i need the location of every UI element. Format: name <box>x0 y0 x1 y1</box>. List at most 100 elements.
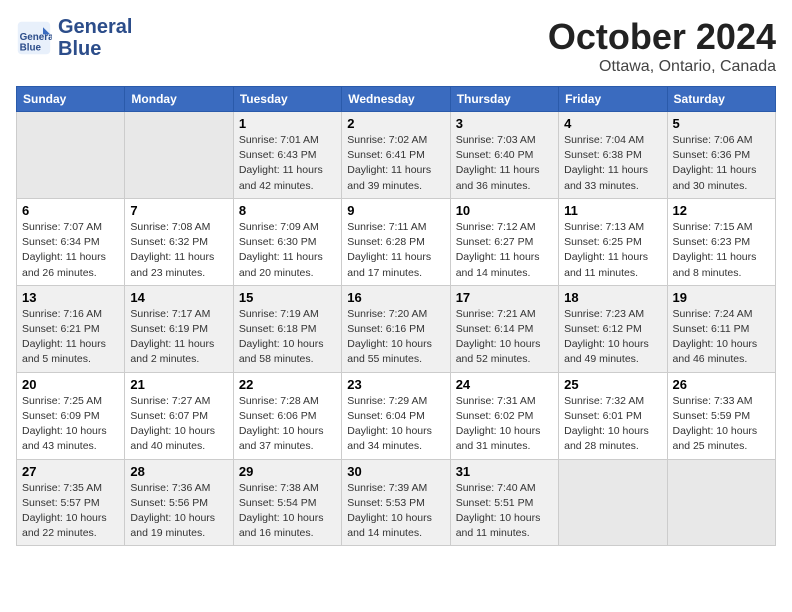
day-info: Sunrise: 7:36 AMSunset: 5:56 PMDaylight:… <box>130 481 227 542</box>
day-number: 22 <box>239 377 336 392</box>
day-info: Sunrise: 7:20 AMSunset: 6:16 PMDaylight:… <box>347 307 444 368</box>
calendar-cell: 1 Sunrise: 7:01 AMSunset: 6:43 PMDaylight… <box>233 112 341 199</box>
calendar-cell: 21 Sunrise: 7:27 AMSunset: 6:07 PMDayligh… <box>125 372 233 459</box>
weekday-header-friday: Friday <box>559 87 667 112</box>
day-info: Sunrise: 7:23 AMSunset: 6:12 PMDaylight:… <box>564 307 661 368</box>
calendar-cell <box>125 112 233 199</box>
calendar-cell: 27 Sunrise: 7:35 AMSunset: 5:57 PMDayligh… <box>17 459 125 546</box>
day-info: Sunrise: 7:06 AMSunset: 6:36 PMDaylight:… <box>673 133 770 194</box>
day-info: Sunrise: 7:35 AMSunset: 5:57 PMDaylight:… <box>22 481 119 542</box>
calendar-cell: 10Sunrise: 7:12 AMSunset: 6:27 PMDayligh… <box>450 198 558 285</box>
day-number: 27 <box>22 464 119 479</box>
day-number: 18 <box>564 290 661 305</box>
day-number: 10 <box>456 203 553 218</box>
calendar-cell: 3 Sunrise: 7:03 AMSunset: 6:40 PMDaylight… <box>450 112 558 199</box>
day-info: Sunrise: 7:16 AMSunset: 6:21 PMDaylight:… <box>22 307 119 368</box>
calendar-cell: 9Sunrise: 7:11 AMSunset: 6:28 PMDaylight… <box>342 198 450 285</box>
week-row-3: 13 Sunrise: 7:16 AMSunset: 6:21 PMDayligh… <box>17 285 776 372</box>
day-info: Sunrise: 7:19 AMSunset: 6:18 PMDaylight:… <box>239 307 336 368</box>
calendar-cell: 12 Sunrise: 7:15 AMSunset: 6:23 PMDayligh… <box>667 198 775 285</box>
location-title: Ottawa, Ontario, Canada <box>548 58 776 76</box>
calendar-cell: 7 Sunrise: 7:08 AMSunset: 6:32 PMDaylight… <box>125 198 233 285</box>
title-area: October 2024 Ottawa, Ontario, Canada <box>548 16 776 76</box>
calendar-cell <box>667 459 775 546</box>
day-info: Sunrise: 7:03 AMSunset: 6:40 PMDaylight:… <box>456 133 553 194</box>
day-number: 7 <box>130 203 227 218</box>
calendar-cell: 4Sunrise: 7:04 AMSunset: 6:38 PMDaylight… <box>559 112 667 199</box>
calendar-cell: 8 Sunrise: 7:09 AMSunset: 6:30 PMDaylight… <box>233 198 341 285</box>
day-number: 15 <box>239 290 336 305</box>
weekday-header-tuesday: Tuesday <box>233 87 341 112</box>
day-number: 1 <box>239 116 336 131</box>
day-info: Sunrise: 7:24 AMSunset: 6:11 PMDaylight:… <box>673 307 770 368</box>
week-row-5: 27 Sunrise: 7:35 AMSunset: 5:57 PMDayligh… <box>17 459 776 546</box>
calendar-cell: 18 Sunrise: 7:23 AMSunset: 6:12 PMDayligh… <box>559 285 667 372</box>
day-info: Sunrise: 7:38 AMSunset: 5:54 PMDaylight:… <box>239 481 336 542</box>
day-number: 9 <box>347 203 444 218</box>
day-number: 6 <box>22 203 119 218</box>
weekday-header-monday: Monday <box>125 87 233 112</box>
day-number: 20 <box>22 377 119 392</box>
calendar-cell: 29 Sunrise: 7:38 AMSunset: 5:54 PMDayligh… <box>233 459 341 546</box>
calendar-cell: 30Sunrise: 7:39 AMSunset: 5:53 PMDayligh… <box>342 459 450 546</box>
day-info: Sunrise: 7:32 AMSunset: 6:01 PMDaylight:… <box>564 394 661 455</box>
day-number: 13 <box>22 290 119 305</box>
day-info: Sunrise: 7:04 AMSunset: 6:38 PMDaylight:… <box>564 133 661 194</box>
day-info: Sunrise: 7:17 AMSunset: 6:19 PMDaylight:… <box>130 307 227 368</box>
weekday-header-wednesday: Wednesday <box>342 87 450 112</box>
day-info: Sunrise: 7:31 AMSunset: 6:02 PMDaylight:… <box>456 394 553 455</box>
calendar-cell: 25 Sunrise: 7:32 AMSunset: 6:01 PMDayligh… <box>559 372 667 459</box>
day-number: 28 <box>130 464 227 479</box>
calendar-cell: 6 Sunrise: 7:07 AMSunset: 6:34 PMDaylight… <box>17 198 125 285</box>
day-info: Sunrise: 7:01 AMSunset: 6:43 PMDaylight:… <box>239 133 336 194</box>
weekday-header-saturday: Saturday <box>667 87 775 112</box>
day-number: 19 <box>673 290 770 305</box>
day-number: 23 <box>347 377 444 392</box>
day-info: Sunrise: 7:13 AMSunset: 6:25 PMDaylight:… <box>564 220 661 281</box>
calendar-cell: 17Sunrise: 7:21 AMSunset: 6:14 PMDayligh… <box>450 285 558 372</box>
day-info: Sunrise: 7:09 AMSunset: 6:30 PMDaylight:… <box>239 220 336 281</box>
day-info: Sunrise: 7:40 AMSunset: 5:51 PMDaylight:… <box>456 481 553 542</box>
day-number: 8 <box>239 203 336 218</box>
day-number: 11 <box>564 203 661 218</box>
calendar-cell: 24 Sunrise: 7:31 AMSunset: 6:02 PMDayligh… <box>450 372 558 459</box>
day-number: 14 <box>130 290 227 305</box>
day-info: Sunrise: 7:33 AMSunset: 5:59 PMDaylight:… <box>673 394 770 455</box>
header: General Blue General Blue October 2024 O… <box>16 16 776 76</box>
svg-text:Blue: Blue <box>20 43 42 54</box>
day-number: 5 <box>673 116 770 131</box>
calendar-cell: 20Sunrise: 7:25 AMSunset: 6:09 PMDayligh… <box>17 372 125 459</box>
day-number: 12 <box>673 203 770 218</box>
calendar-cell: 2Sunrise: 7:02 AMSunset: 6:41 PMDaylight… <box>342 112 450 199</box>
week-row-1: 1 Sunrise: 7:01 AMSunset: 6:43 PMDaylight… <box>17 112 776 199</box>
day-number: 24 <box>456 377 553 392</box>
weekday-header-sunday: Sunday <box>17 87 125 112</box>
day-number: 16 <box>347 290 444 305</box>
day-info: Sunrise: 7:15 AMSunset: 6:23 PMDaylight:… <box>673 220 770 281</box>
day-info: Sunrise: 7:08 AMSunset: 6:32 PMDaylight:… <box>130 220 227 281</box>
day-info: Sunrise: 7:29 AMSunset: 6:04 PMDaylight:… <box>347 394 444 455</box>
weekday-header-thursday: Thursday <box>450 87 558 112</box>
day-number: 26 <box>673 377 770 392</box>
day-number: 25 <box>564 377 661 392</box>
calendar-cell: 28 Sunrise: 7:36 AMSunset: 5:56 PMDayligh… <box>125 459 233 546</box>
calendar-cell: 14 Sunrise: 7:17 AMSunset: 6:19 PMDayligh… <box>125 285 233 372</box>
day-info: Sunrise: 7:27 AMSunset: 6:07 PMDaylight:… <box>130 394 227 455</box>
calendar-cell: 19 Sunrise: 7:24 AMSunset: 6:11 PMDayligh… <box>667 285 775 372</box>
day-info: Sunrise: 7:28 AMSunset: 6:06 PMDaylight:… <box>239 394 336 455</box>
day-number: 29 <box>239 464 336 479</box>
day-number: 3 <box>456 116 553 131</box>
calendar-cell: 5 Sunrise: 7:06 AMSunset: 6:36 PMDaylight… <box>667 112 775 199</box>
day-number: 21 <box>130 377 227 392</box>
calendar-cell: 22 Sunrise: 7:28 AMSunset: 6:06 PMDayligh… <box>233 372 341 459</box>
calendar-cell: 23 Sunrise: 7:29 AMSunset: 6:04 PMDayligh… <box>342 372 450 459</box>
week-row-4: 20Sunrise: 7:25 AMSunset: 6:09 PMDayligh… <box>17 372 776 459</box>
day-info: Sunrise: 7:07 AMSunset: 6:34 PMDaylight:… <box>22 220 119 281</box>
calendar-cell: 31Sunrise: 7:40 AMSunset: 5:51 PMDayligh… <box>450 459 558 546</box>
calendar-cell <box>559 459 667 546</box>
weekday-header-row: SundayMondayTuesdayWednesdayThursdayFrid… <box>17 87 776 112</box>
logo-icon: General Blue <box>16 20 52 56</box>
calendar-cell <box>17 112 125 199</box>
day-number: 17 <box>456 290 553 305</box>
calendar-cell: 16 Sunrise: 7:20 AMSunset: 6:16 PMDayligh… <box>342 285 450 372</box>
